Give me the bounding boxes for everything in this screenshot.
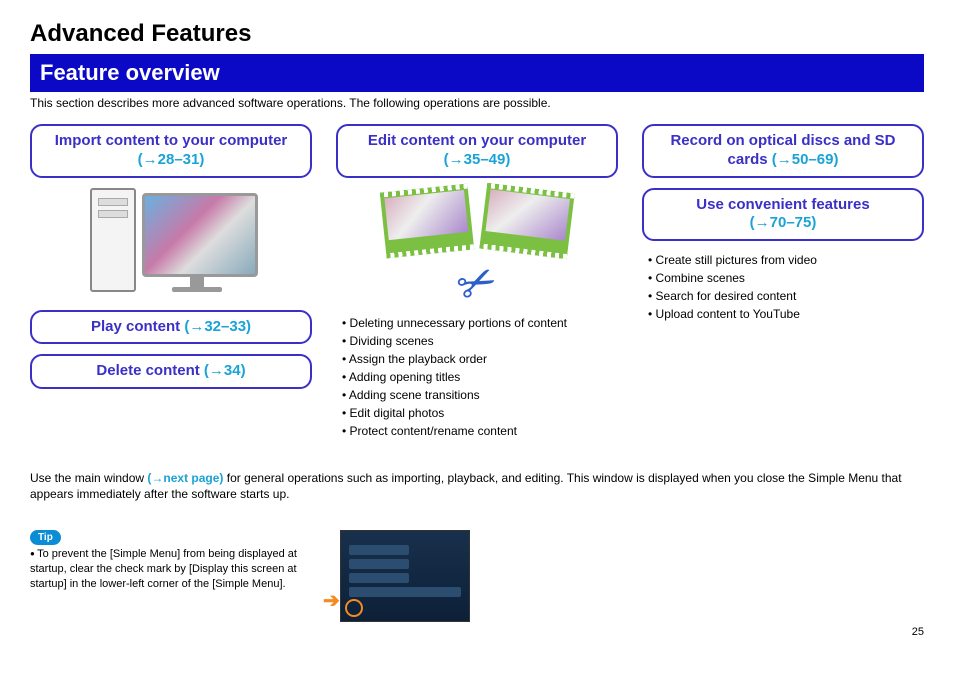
box-edit-label: Edit content on your computer — [368, 132, 586, 149]
tip-block: Tip To prevent the [Simple Menu] from be… — [30, 530, 320, 592]
box-play-content[interactable]: Play content (→32–33) — [30, 310, 312, 345]
box-play-label: Play content — [91, 318, 184, 335]
list-item: Adding opening titles — [342, 368, 618, 386]
box-conv-label: Use convenient features — [696, 196, 869, 213]
box-convenient-features[interactable]: Use convenient features(→70–75) — [642, 188, 924, 242]
box-import-label: Import content to your computer — [55, 132, 288, 149]
list-item: Combine scenes — [648, 269, 924, 287]
link-pages-70-75[interactable]: (→70–75) — [750, 214, 817, 231]
column-edit: Edit content on your computer (→35–49) ✂… — [336, 124, 618, 440]
section-banner: Feature overview — [30, 54, 924, 92]
main-window-note: Use the main window (→next page) for gen… — [30, 470, 924, 502]
link-pages-28-31[interactable]: (→28–31) — [138, 151, 205, 168]
link-pages-50-69[interactable]: (→50–69) — [772, 151, 839, 168]
filmstrip-icon — [380, 183, 474, 258]
illustration-computer — [30, 188, 312, 292]
pc-tower-icon — [90, 188, 136, 292]
convenient-feature-list: Create still pictures from video Combine… — [648, 251, 924, 323]
link-next-page[interactable]: (→next page) — [147, 471, 223, 485]
list-item: Create still pictures from video — [648, 251, 924, 269]
box-delete-label: Delete content — [96, 362, 204, 379]
body-text-part: Use the main window — [30, 471, 147, 485]
tip-badge: Tip — [30, 530, 61, 546]
column-import: Import content to your computer (→28–31)… — [30, 124, 312, 399]
list-item: Adding scene transitions — [342, 386, 618, 404]
page-title: Advanced Features — [30, 20, 924, 48]
page-number: 25 — [30, 626, 924, 638]
simple-menu-thumbnail: ➔ — [340, 530, 470, 622]
list-item: Protect content/rename content — [342, 422, 618, 440]
box-record-discs[interactable]: Record on optical discs and SD cards (→5… — [642, 124, 924, 178]
highlight-circle-icon — [345, 599, 363, 617]
arrow-icon: ➔ — [323, 588, 340, 613]
intro-text: This section describes more advanced sof… — [30, 96, 924, 110]
link-pages-32-33[interactable]: (→32–33) — [184, 318, 251, 335]
list-item: Upload content to YouTube — [648, 305, 924, 323]
list-item: Edit digital photos — [342, 404, 618, 422]
box-edit-content[interactable]: Edit content on your computer (→35–49) — [336, 124, 618, 178]
column-record: Record on optical discs and SD cards (→5… — [642, 124, 924, 323]
link-page-34[interactable]: (→34) — [204, 362, 246, 379]
list-item: Search for desired content — [648, 287, 924, 305]
tip-text: To prevent the [Simple Menu] from being … — [30, 547, 320, 592]
monitor-icon — [142, 193, 252, 292]
box-delete-content[interactable]: Delete content (→34) — [30, 354, 312, 389]
box-import-content[interactable]: Import content to your computer (→28–31) — [30, 124, 312, 178]
link-pages-35-49[interactable]: (→35–49) — [444, 151, 511, 168]
